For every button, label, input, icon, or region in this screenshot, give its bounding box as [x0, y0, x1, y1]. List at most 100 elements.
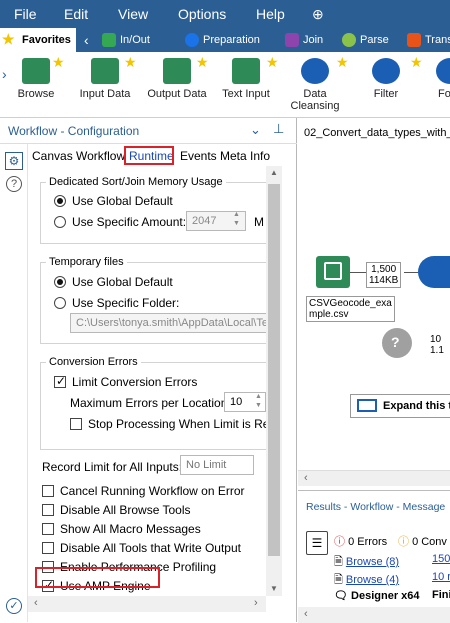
- tab-transform[interactable]: Trans: [405, 28, 450, 52]
- scroll-right-icon[interactable]: ›: [254, 597, 258, 609]
- checkbox-unchecked: [42, 542, 54, 554]
- show-macro-messages-checkbox[interactable]: Show All Macro Messages: [42, 522, 201, 536]
- node-label-line-1: CSVGeocode_exa: [309, 298, 392, 309]
- record-limit-input[interactable]: [180, 455, 254, 475]
- tab-favorites[interactable]: ★ Favorites: [0, 28, 76, 52]
- transform-icon: [407, 33, 421, 47]
- tab-join[interactable]: Join: [283, 28, 333, 52]
- result-value[interactable]: 150: [432, 553, 450, 565]
- result-value[interactable]: 10 r: [432, 571, 450, 583]
- result-row[interactable]: 🗨 Designer x64: [334, 589, 420, 602]
- spinner-arrows-icon[interactable]: ▲ ▼: [255, 392, 262, 410]
- results-horizontal-scrollbar[interactable]: ‹: [298, 607, 450, 623]
- workflow-canvas[interactable]: 02_Convert_data_types_with_ 1,500 114KB …: [298, 118, 450, 490]
- checkbox-unchecked: [42, 485, 54, 497]
- record-limit-label: Record Limit for All Inputs:: [42, 460, 183, 474]
- inout-icon: [102, 33, 116, 47]
- config-tabs: Canvas Workflow Runtime Events Meta Info: [0, 144, 297, 166]
- connection-records: 1,500: [371, 264, 397, 275]
- checkbox-unchecked: [42, 504, 54, 516]
- tab-preparation[interactable]: Preparation: [183, 28, 283, 52]
- disable-write-label: Disable All Tools that Write Output: [60, 541, 241, 555]
- chat-icon: 🗨: [334, 590, 352, 602]
- memory-specific-label: Use Specific Amount:: [72, 215, 187, 229]
- chevron-down-icon[interactable]: ⌄: [250, 122, 261, 138]
- check-circle-icon[interactable]: ✓: [6, 598, 22, 614]
- input-data-node[interactable]: [316, 256, 350, 288]
- globe-icon[interactable]: ⊕: [312, 6, 324, 23]
- config-vertical-scrollbar[interactable]: ▲ ▼: [266, 166, 282, 596]
- cancel-on-error-checkbox[interactable]: Cancel Running Workflow on Error: [42, 484, 245, 498]
- downstream-connection-count: 10 1.1: [428, 333, 446, 357]
- configuration-panel: Workflow - Configuration ⌄ ⊥ ⚙ ? ✓ Canva…: [0, 118, 297, 622]
- scrollbar-thumb[interactable]: [268, 184, 280, 556]
- tool-browse-label: Browse: [17, 88, 55, 100]
- help-icon[interactable]: ?: [6, 176, 22, 192]
- scroll-up-icon[interactable]: ▲: [270, 168, 278, 177]
- tool-cleansing-label-1: Data: [303, 88, 327, 100]
- messages-list-icon[interactable]: ☰: [306, 531, 328, 555]
- question-tool-node[interactable]: ?: [382, 328, 412, 358]
- chevron-right-icon: ›: [2, 66, 7, 82]
- results-panel: Results - Workflow - Message ☰ ⓘ 0 Error…: [298, 490, 450, 623]
- binoculars-icon: [22, 58, 50, 84]
- tab-workflow[interactable]: Workflow: [76, 149, 125, 163]
- config-horizontal-scrollbar[interactable]: ‹ ›: [28, 596, 266, 612]
- result-tool-link[interactable]: Browse (4): [346, 574, 399, 586]
- tool-formula[interactable]: Fo: [428, 56, 450, 100]
- temp-specific-folder-radio[interactable]: Use Specific Folder:: [54, 296, 179, 310]
- disable-browse-checkbox[interactable]: Disable All Browse Tools: [42, 503, 191, 517]
- disable-write-output-checkbox[interactable]: Disable All Tools that Write Output: [42, 541, 241, 555]
- book-icon: [324, 262, 342, 280]
- star-icon: ★: [410, 54, 423, 70]
- formula-icon: [436, 58, 450, 84]
- scroll-down-icon[interactable]: ▼: [270, 584, 278, 593]
- scroll-left-icon[interactable]: ‹: [34, 597, 38, 609]
- radio-selected: [54, 195, 66, 207]
- book-icon: [91, 58, 119, 84]
- memory-global-default-radio[interactable]: Use Global Default: [54, 194, 173, 208]
- result-row[interactable]: 🗎 Browse (8): [334, 553, 399, 572]
- scroll-left-icon[interactable]: ‹: [304, 608, 308, 620]
- limit-conversion-errors-checkbox[interactable]: Limit Conversion Errors: [54, 374, 197, 389]
- workflow-tab-title[interactable]: 02_Convert_data_types_with_: [304, 127, 450, 139]
- spinner-arrows-icon[interactable]: ▲ ▼: [233, 210, 240, 228]
- tab-events[interactable]: Events: [180, 149, 217, 163]
- amp-engine-highlight: [35, 567, 160, 588]
- pin-icon[interactable]: ⊥: [273, 121, 284, 137]
- tool-input-label: Input Data: [79, 88, 131, 100]
- temp-folder-path-input[interactable]: C:\Users\tonya.smith\AppData\Local\Te: [70, 313, 280, 333]
- menu-options[interactable]: Options: [178, 6, 226, 22]
- star-icon: ★: [266, 54, 279, 70]
- browse-node[interactable]: [418, 256, 450, 288]
- config-icon-rail: ⚙ ? ✓: [0, 144, 28, 622]
- tab-canvas[interactable]: Canvas: [32, 149, 73, 163]
- result-row[interactable]: 🗎 Browse (4): [334, 571, 399, 590]
- temp-global-default-radio[interactable]: Use Global Default: [54, 275, 173, 289]
- error-icon: ⓘ: [334, 536, 349, 548]
- downstream-size: 1.1: [430, 345, 444, 356]
- tab-meta-info[interactable]: Meta Info: [220, 149, 270, 163]
- chevron-left-icon[interactable]: ‹: [84, 28, 89, 52]
- tab-parse[interactable]: Parse: [340, 28, 394, 52]
- menu-edit[interactable]: Edit: [64, 6, 88, 22]
- menu-help[interactable]: Help: [256, 6, 285, 22]
- temp-folder-label: Use Specific Folder:: [72, 296, 180, 310]
- conversion-errors-filter[interactable]: ⓘ 0 Conv: [398, 533, 447, 549]
- text-input-icon: [232, 58, 260, 84]
- runtime-tab-highlight: [124, 146, 174, 165]
- menu-file[interactable]: File: [14, 6, 37, 22]
- filter-icon: [372, 58, 400, 84]
- stop-processing-checkbox[interactable]: Stop Processing When Limit is Reach: [70, 417, 280, 431]
- tool-filter[interactable]: Filter: [360, 56, 412, 100]
- result-tool-link[interactable]: Browse (8): [346, 556, 399, 568]
- canvas-horizontal-scrollbar[interactable]: ‹: [298, 470, 450, 486]
- menu-view[interactable]: View: [118, 6, 148, 22]
- scroll-left-icon[interactable]: ‹: [304, 472, 308, 484]
- errors-filter[interactable]: ⓘ 0 Errors: [334, 533, 387, 549]
- expand-container-box[interactable]: Expand this t: [350, 394, 450, 418]
- memory-specific-amount-radio[interactable]: Use Specific Amount:: [54, 215, 186, 229]
- tab-inout[interactable]: In/Out: [100, 28, 176, 52]
- question-icon: ?: [391, 334, 400, 350]
- cancel-on-error-label: Cancel Running Workflow on Error: [60, 484, 245, 498]
